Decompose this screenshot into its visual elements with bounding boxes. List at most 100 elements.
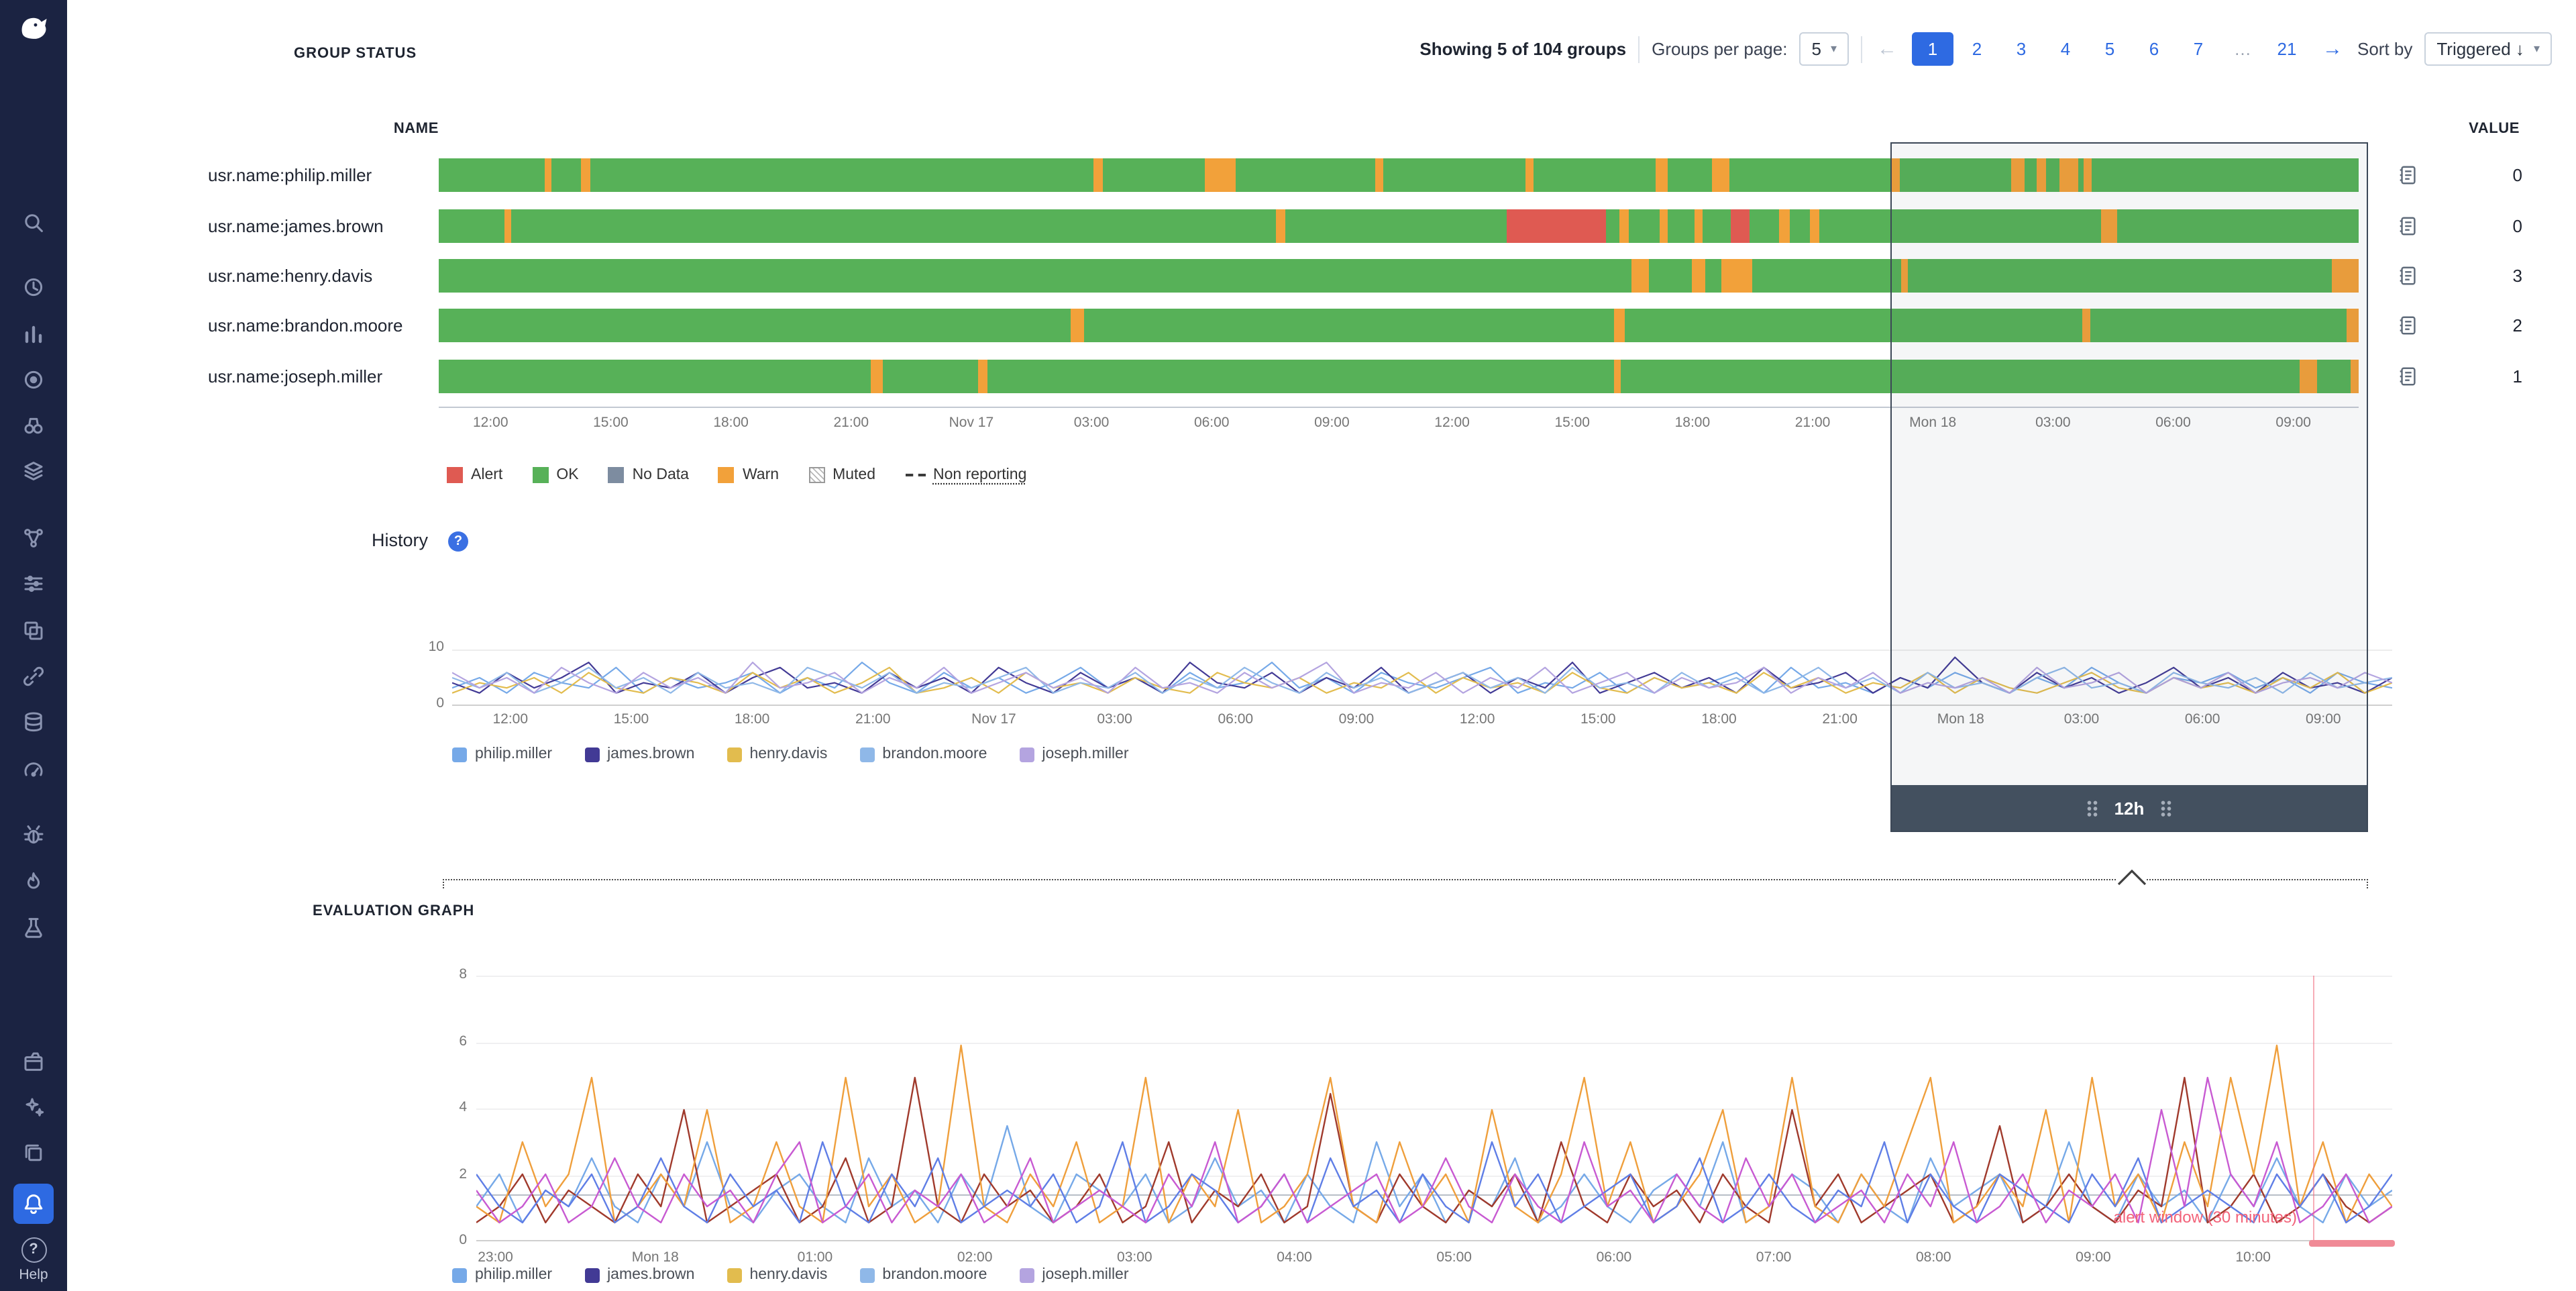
axis-tick: 09:00 bbox=[1314, 415, 1350, 431]
muted-swatch-icon bbox=[808, 467, 824, 483]
group-value: 1 bbox=[2442, 366, 2522, 386]
evaluation-legend: philip.miller james.brown henry.davis brand… bbox=[452, 1267, 1129, 1283]
history-title: History bbox=[372, 530, 428, 550]
legend-label: OK bbox=[556, 467, 578, 483]
pagination-ellipsis: … bbox=[2222, 32, 2263, 66]
page-button-1[interactable]: 1 bbox=[1912, 32, 1953, 66]
target-icon[interactable] bbox=[21, 368, 46, 392]
sparkles-icon[interactable] bbox=[21, 1095, 46, 1119]
group-value: 0 bbox=[2442, 165, 2522, 185]
datadog-logo[interactable] bbox=[15, 9, 52, 47]
prev-page-button[interactable]: ← bbox=[1874, 38, 1900, 60]
axis-tick: 03:00 bbox=[1117, 1249, 1152, 1266]
axis-tick: 10:00 bbox=[2235, 1249, 2271, 1266]
axis-tick: 15:00 bbox=[1580, 711, 1616, 727]
warn-segment bbox=[871, 360, 882, 393]
warn-segment bbox=[1779, 209, 1790, 242]
sidebar: ? Help bbox=[0, 0, 67, 1291]
groups-per-page-select[interactable]: 5▾ bbox=[1799, 32, 1849, 66]
series-legend-item[interactable]: henry.davis bbox=[727, 1267, 827, 1283]
series-legend-item[interactable]: philip.miller bbox=[452, 746, 552, 762]
series-legend-item[interactable]: brandon.moore bbox=[859, 1267, 987, 1283]
series-label: james.brown bbox=[607, 746, 694, 762]
axis-tick: 09:00 bbox=[2076, 1249, 2111, 1266]
axis-tick: 03:00 bbox=[1097, 711, 1132, 727]
name-column-header: NAME bbox=[309, 121, 439, 137]
page-button-21[interactable]: 21 bbox=[2266, 32, 2308, 66]
alert-cursor-line bbox=[2313, 976, 2315, 1241]
axis-tick: 07:00 bbox=[1756, 1249, 1792, 1266]
next-page-button[interactable]: → bbox=[2320, 38, 2345, 60]
value-column-header: VALUE bbox=[2407, 121, 2520, 137]
bell-icon[interactable] bbox=[13, 1184, 54, 1224]
search-icon[interactable] bbox=[21, 211, 46, 235]
alert-segment bbox=[1506, 209, 1606, 242]
series-swatch-icon bbox=[727, 1268, 741, 1282]
page-button-3[interactable]: 3 bbox=[2000, 32, 2042, 66]
y-tick: 8 bbox=[413, 966, 467, 982]
warn-segment bbox=[1205, 158, 1236, 192]
legend-label[interactable]: Non reporting bbox=[933, 467, 1026, 483]
series-label: brandon.moore bbox=[882, 746, 987, 762]
flask-icon[interactable] bbox=[21, 915, 46, 939]
series-legend-item[interactable]: brandon.moore bbox=[859, 746, 987, 762]
warn-segment bbox=[1276, 209, 1285, 242]
page-button-5[interactable]: 5 bbox=[2089, 32, 2131, 66]
notebook-icon[interactable] bbox=[2396, 264, 2419, 287]
axis-tick: 12:00 bbox=[1434, 415, 1470, 431]
page-button-4[interactable]: 4 bbox=[2045, 32, 2086, 66]
series-legend-item[interactable]: james.brown bbox=[584, 746, 694, 762]
page-button-7[interactable]: 7 bbox=[2178, 32, 2219, 66]
package-icon[interactable] bbox=[21, 1049, 46, 1074]
axis-tick: 15:00 bbox=[614, 711, 649, 727]
sort-select[interactable]: Triggered ↓▾ bbox=[2424, 32, 2552, 66]
evaluation-chart[interactable] bbox=[476, 976, 2392, 1241]
axis-tick: 02:00 bbox=[957, 1249, 993, 1266]
axis-tick: 12:00 bbox=[473, 415, 508, 431]
time-selection-window[interactable]: 12h bbox=[1890, 142, 2368, 832]
help-question-icon[interactable]: ? bbox=[448, 531, 468, 552]
notebook-icon[interactable] bbox=[2396, 214, 2419, 237]
warn-segment bbox=[1614, 360, 1621, 393]
evaluation-graph-title: EVALUATION GRAPH bbox=[313, 903, 474, 919]
series-swatch-icon bbox=[1019, 747, 1034, 762]
warn-segment bbox=[978, 360, 987, 393]
bar-chart-icon[interactable] bbox=[21, 322, 46, 346]
axis-tick: 06:00 bbox=[1194, 415, 1230, 431]
notebook-icon[interactable] bbox=[2396, 164, 2419, 187]
clock-icon[interactable] bbox=[21, 275, 46, 299]
flame-icon[interactable] bbox=[21, 870, 46, 894]
database-icon[interactable] bbox=[21, 710, 46, 734]
gauge-icon[interactable] bbox=[21, 757, 46, 781]
pipelines-icon[interactable] bbox=[21, 572, 46, 596]
windows-icon[interactable] bbox=[21, 619, 46, 643]
binoculars-icon[interactable] bbox=[21, 413, 46, 437]
notebook-icon[interactable] bbox=[2396, 315, 2419, 338]
graph-nodes-icon[interactable] bbox=[21, 526, 46, 550]
series-label: brandon.moore bbox=[882, 1267, 987, 1283]
group-name-label: usr.name:henry.davis bbox=[208, 266, 439, 286]
app-root: ? Help GROUP STATUS Showing 5 of 104 gro… bbox=[0, 0, 2576, 1291]
axis-tick: 21:00 bbox=[1822, 711, 1858, 727]
help-button[interactable]: ? Help bbox=[0, 1237, 67, 1283]
link-icon[interactable] bbox=[21, 664, 46, 688]
legend-item-alert: Alert bbox=[447, 467, 502, 483]
group-status-title: GROUP STATUS bbox=[294, 46, 417, 62]
axis-tick: 01:00 bbox=[798, 1249, 833, 1266]
divider bbox=[1861, 36, 1862, 62]
nodata-swatch-icon bbox=[608, 467, 625, 483]
series-legend-item[interactable]: henry.davis bbox=[727, 746, 827, 762]
copy-icon[interactable] bbox=[21, 1141, 46, 1165]
selection-drag-handle[interactable]: 12h bbox=[1892, 785, 2367, 831]
notebook-icon[interactable] bbox=[2396, 365, 2419, 388]
page-button-2[interactable]: 2 bbox=[1956, 32, 1998, 66]
page-button-6[interactable]: 6 bbox=[2133, 32, 2175, 66]
series-legend-item[interactable]: joseph.miller bbox=[1019, 746, 1128, 762]
series-legend-item[interactable]: james.brown bbox=[584, 1267, 694, 1283]
bug-icon[interactable] bbox=[21, 823, 46, 847]
layers-icon[interactable] bbox=[21, 459, 46, 483]
series-legend-item[interactable]: joseph.miller bbox=[1019, 1267, 1128, 1283]
legend-item-nonreporting: Non reporting bbox=[905, 467, 1026, 483]
series-legend-item[interactable]: philip.miller bbox=[452, 1267, 552, 1283]
bracket-caret-icon bbox=[2117, 868, 2147, 884]
